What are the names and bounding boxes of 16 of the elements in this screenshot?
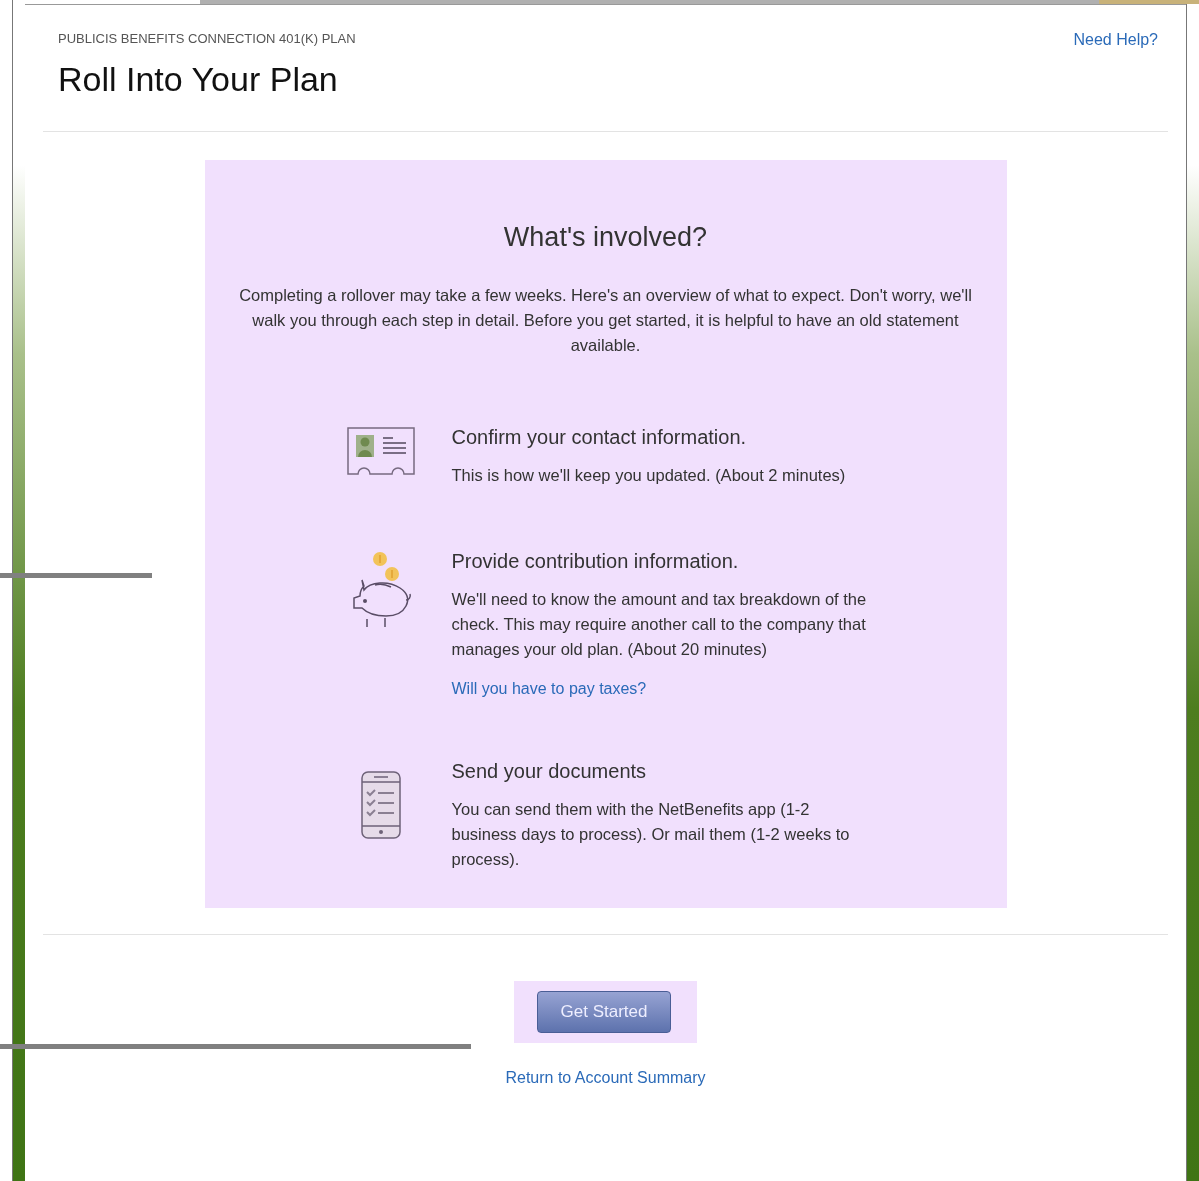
section-heading: What's involved? bbox=[503, 222, 708, 253]
step-title: Provide contribution information. bbox=[451, 550, 740, 573]
step-description: This is how we'll keep you updated. (About 2 minutes) bbox=[451, 465, 847, 486]
help-link[interactable]: Need Help? bbox=[1073, 31, 1158, 99]
taxes-link[interactable]: Will you have to pay taxes? bbox=[451, 680, 647, 698]
intro-text: Completing a rollover may take a few weeks. Here's an overview of what to expect. Don't worry, we'll walk you through each step in detail. Before you get started, it is helpful to have an old statement available. bbox=[238, 285, 973, 356]
step-title: Send your documents bbox=[451, 760, 648, 783]
step-title: Confirm your contact information. bbox=[451, 426, 748, 449]
step-description: You can send them with the NetBenefits app (1-2 business days to process). Or mail them (1-2 weeks to process). bbox=[451, 799, 851, 870]
phone-checklist-icon bbox=[359, 770, 402, 840]
get-started-button[interactable]: Get Started bbox=[537, 991, 671, 1033]
page-title: Roll Into Your Plan bbox=[58, 60, 339, 99]
contact-card-icon bbox=[345, 426, 416, 476]
step-description: We'll need to know the amount and tax breakdown of the check. This may require another call to the company that manages your old plan. (About 20 minutes) bbox=[451, 589, 868, 660]
return-link[interactable]: Return to Account Summary bbox=[505, 1069, 706, 1087]
plan-name: PUBLICIS BENEFITS CONNECTION 401(K) PLAN bbox=[58, 31, 356, 46]
